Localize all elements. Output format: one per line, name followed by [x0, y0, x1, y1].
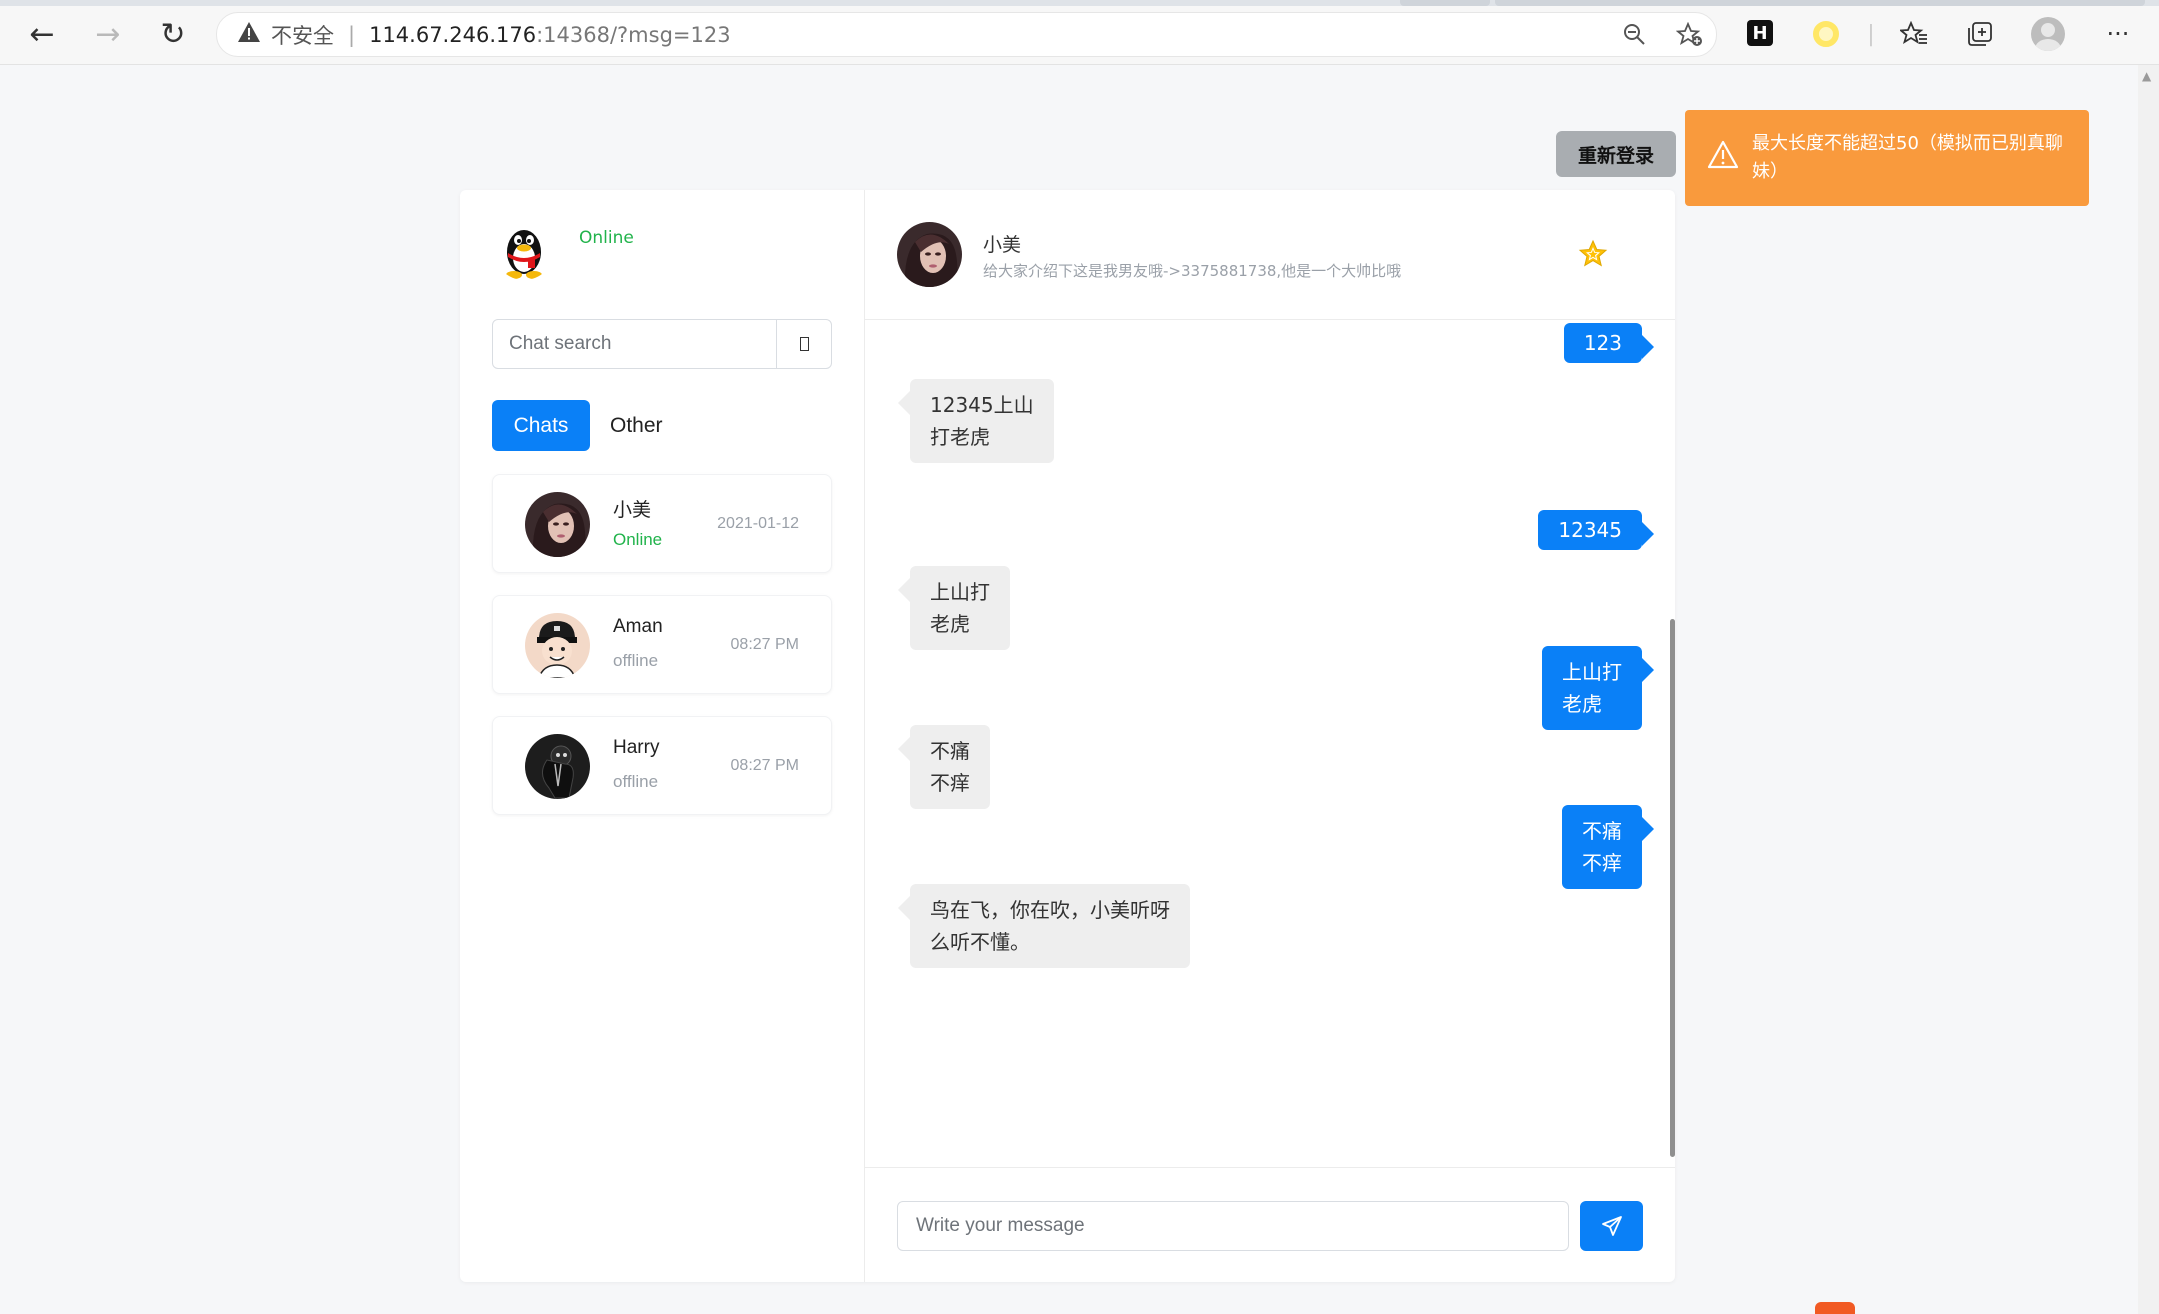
profile-icon[interactable]: [2031, 17, 2065, 51]
contact-name: 小美: [613, 500, 652, 521]
message-sent: 123: [1563, 323, 1655, 363]
message-input[interactable]: [897, 1201, 1569, 1251]
chat-card: Online Chats Other 小美 Online: [460, 190, 1675, 1282]
contact-name: Aman: [613, 616, 663, 637]
address-host: 114.67.246.176: [369, 22, 537, 47]
contact-time: 08:27 PM: [730, 757, 799, 774]
my-avatar[interactable]: [494, 220, 554, 280]
yellow-extension-icon[interactable]: [1813, 21, 1839, 47]
favorite-star-icon[interactable]: [1577, 238, 1609, 270]
address-bar[interactable]: 不安全 | 114.67.246.176 :14368/?msg=123: [216, 12, 1717, 57]
collections-icon[interactable]: [1962, 16, 1998, 52]
browser-tab-current[interactable]: [1495, 0, 2145, 6]
search-button[interactable]: [776, 320, 831, 368]
message-received: 12345上山 打老虎: [898, 379, 1054, 463]
browser-tab[interactable]: [1400, 0, 1490, 6]
zoom-icon[interactable]: [1622, 22, 1646, 52]
message-received: 不痛 不痒: [898, 725, 990, 809]
more-icon[interactable]: ···: [2100, 16, 2136, 52]
system-tray-fragment: [1815, 1300, 2135, 1314]
message-received: 上山打 老虎: [898, 566, 1010, 650]
address-path: :14368/?msg=123: [536, 22, 731, 47]
chat-partner-signature: 给大家介绍下这是我男友哦->3375881738,他是一个大帅比哦: [983, 262, 1402, 280]
chat-search: [492, 319, 832, 369]
h-extension-icon[interactable]: H: [1747, 20, 1773, 46]
warning-triangle-icon: [237, 21, 261, 49]
favorites-icon[interactable]: [1896, 16, 1932, 52]
relogin-button[interactable]: 重新登录: [1556, 131, 1676, 177]
tab-other[interactable]: Other: [590, 400, 685, 451]
message-sent: 12345: [1538, 510, 1654, 550]
reload-button[interactable]: ↻: [153, 14, 193, 54]
send-button[interactable]: [1580, 1201, 1643, 1251]
message-list[interactable]: 123 12345上山 打老虎 12345 上山打 老虎 上山打 老虎 不痛 不…: [865, 321, 1675, 1157]
message-scrollbar[interactable]: [1670, 619, 1675, 1157]
input-method-icon: [1815, 1302, 1855, 1314]
warning-toast: 最大长度不能超过50（模拟而已别真聊妹）: [1685, 110, 2089, 206]
my-status: Online: [579, 228, 634, 248]
send-icon: [1601, 1216, 1622, 1236]
contact-avatar: [525, 492, 590, 557]
address-separator: |: [348, 22, 356, 47]
insecure-label[interactable]: 不安全: [271, 20, 334, 50]
contact-name: Harry: [613, 737, 660, 758]
chat-header: 小美 给大家介绍下这是我男友哦->3375881738,他是一个大帅比哦: [865, 190, 1675, 320]
scroll-up-icon[interactable]: ▲: [2142, 69, 2151, 83]
chat-partner-avatar[interactable]: [897, 222, 962, 287]
contact-avatar: [525, 734, 590, 799]
chat-main: 小美 给大家介绍下这是我男友哦->3375881738,他是一个大帅比哦 123…: [865, 190, 1675, 1282]
back-arrow-icon: ←: [29, 16, 55, 52]
message-received: 鸟在飞，你在吹，小美听呀 么听不懂。: [898, 884, 1190, 968]
chat-sidebar: Online Chats Other 小美 Online: [460, 190, 865, 1282]
forward-button[interactable]: →: [88, 14, 128, 54]
message-sent: 不痛 不痒: [1562, 805, 1654, 889]
toast-text: 最大长度不能超过50（模拟而已别真聊妹）: [1752, 133, 2063, 182]
contact-time: 2021-01-12: [717, 515, 799, 532]
sidebar-tabs: Chats Other: [492, 400, 685, 451]
add-favorite-icon[interactable]: [1675, 21, 1704, 54]
warning-icon: [1707, 140, 1739, 172]
back-button[interactable]: ←: [22, 14, 62, 54]
contact-avatar: [525, 613, 590, 678]
contact-status: Online: [613, 530, 663, 549]
contact-item[interactable]: 小美 Online 2021-01-12: [492, 474, 832, 573]
tab-chats[interactable]: Chats: [492, 400, 590, 451]
contact-item[interactable]: Aman offline 08:27 PM: [492, 595, 832, 694]
chat-partner-name: 小美: [983, 234, 1022, 256]
reload-icon: ↻: [160, 16, 186, 52]
contact-time: 08:27 PM: [730, 636, 799, 653]
page-scrollbar[interactable]: ▲: [2138, 65, 2159, 1314]
contact-status: offline: [613, 651, 659, 670]
contact-status: offline: [613, 772, 659, 791]
search-input[interactable]: [493, 320, 776, 368]
message-sent: 上山打 老虎: [1542, 646, 1654, 730]
message-composer: [865, 1167, 1675, 1282]
search-icon: [799, 337, 809, 351]
browser-toolbar: ← → ↻ 不安全 | 114.67.246.176 :14368/?msg=1…: [0, 0, 2159, 65]
forward-arrow-icon: →: [95, 16, 121, 52]
contact-item[interactable]: Harry offline 08:27 PM: [492, 716, 832, 815]
toolbar-divider: |: [1867, 21, 1875, 47]
